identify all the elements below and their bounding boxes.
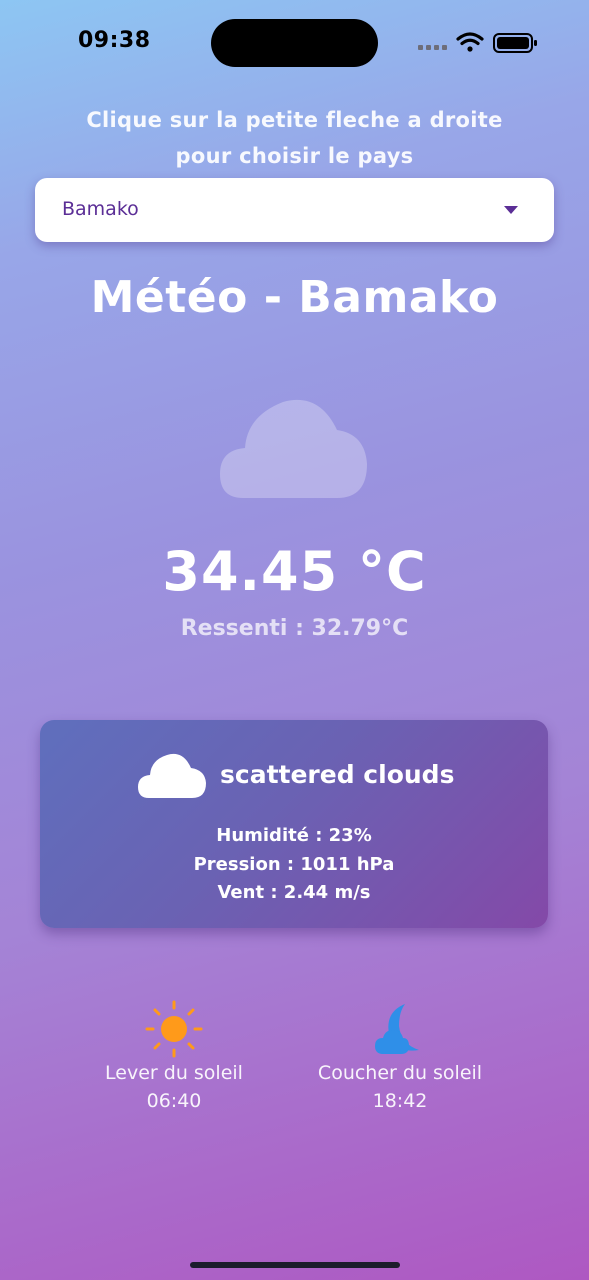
sunset-time: 18:42 (372, 1090, 428, 1112)
status-time: 09:38 (78, 28, 151, 53)
weather-stats: Humidité : 23% Pression : 1011 hPa Vent … (40, 822, 548, 908)
instruction-text: Clique sur la petite fleche a droite pou… (0, 102, 589, 174)
dropdown-selected-value: Bamako (62, 198, 139, 220)
cellular-signal-icon (418, 45, 447, 50)
sunrise-block: Lever du soleil 06:40 (94, 1000, 254, 1112)
sunrise-time: 06:40 (146, 1090, 202, 1112)
battery-icon (493, 33, 537, 53)
wifi-icon (456, 32, 484, 52)
dynamic-island (211, 19, 378, 67)
humidity: Humidité : 23% (216, 825, 372, 846)
caret-down-icon[interactable] (503, 205, 519, 215)
cloud-icon (220, 399, 367, 498)
weather-details-card: scattered clouds Humidité : 23% Pression… (40, 720, 548, 928)
cloud-icon (138, 753, 206, 798)
page-title: Météo - Bamako (90, 272, 499, 323)
temperature: 34.45 °C (162, 540, 427, 603)
status-icons (418, 32, 537, 53)
status-bar: 09:38 (0, 0, 589, 80)
sun-icon (145, 1000, 203, 1058)
pressure: Pression : 1011 hPa (193, 853, 395, 875)
feels-like: Ressenti : 32.79°C (180, 616, 409, 641)
home-indicator[interactable] (190, 1262, 400, 1268)
sunset-label: Coucher du soleil (317, 1062, 483, 1084)
instruction-line-1: Clique sur la petite fleche a droite (86, 108, 503, 132)
sunrise-label: Lever du soleil (105, 1062, 243, 1084)
sunset-block: Coucher du soleil 18:42 (305, 1000, 495, 1112)
moon-cloud-icon (375, 1004, 419, 1054)
country-dropdown[interactable]: Bamako (35, 178, 554, 242)
weather-description: scattered clouds (220, 760, 455, 789)
instruction-line-2: pour choisir le pays (175, 144, 414, 168)
wind: Vent : 2.44 m/s (217, 882, 371, 903)
